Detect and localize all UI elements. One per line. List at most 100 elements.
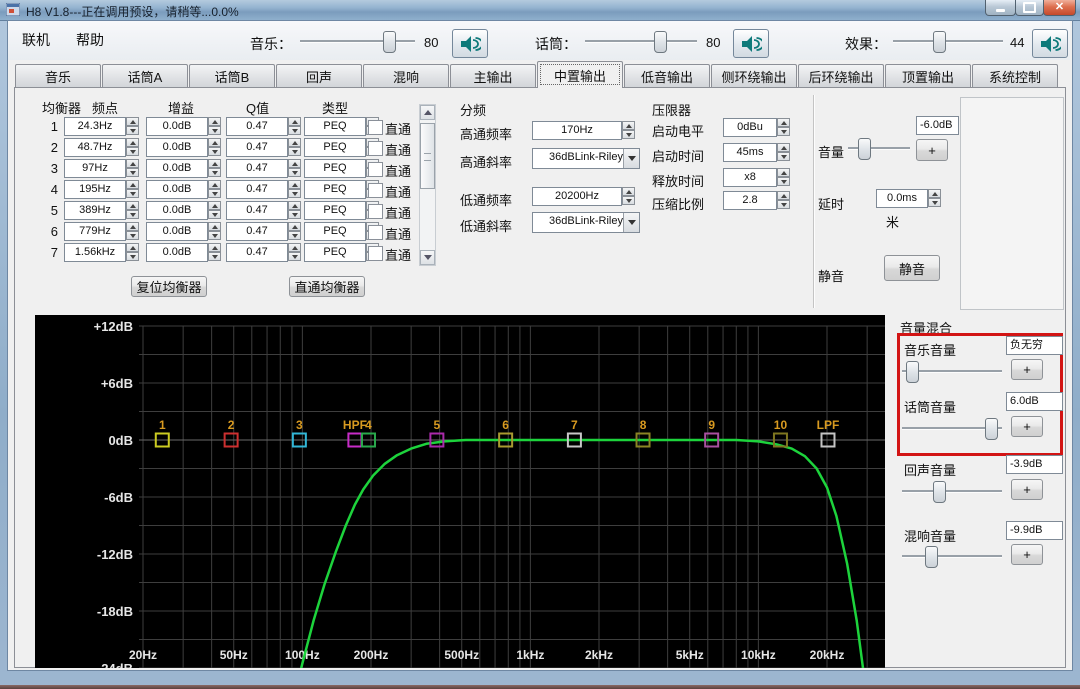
spin-up-icon[interactable]	[777, 168, 790, 177]
eq-q-5-input[interactable]: 0.47	[226, 201, 288, 220]
spin-up-icon[interactable]	[126, 138, 139, 147]
spin-down-icon[interactable]	[288, 147, 301, 156]
eq-freq-1-input[interactable]: 24.3Hz	[64, 117, 126, 136]
spin-down-icon[interactable]	[288, 252, 301, 261]
spin-up-icon[interactable]	[208, 201, 221, 210]
spin-down-icon[interactable]	[126, 252, 139, 261]
hp-slope-select[interactable]: 36dBLink-Riley	[532, 148, 640, 169]
eq-q-7-input[interactable]: 0.47	[226, 243, 288, 262]
eq-gain-3-input[interactable]: 0.0dB	[146, 159, 208, 178]
eq-gain-4-input[interactable]: 0.0dB	[146, 180, 208, 199]
eq-q-2-input[interactable]: 0.47	[226, 138, 288, 157]
chevron-down-icon[interactable]	[623, 213, 639, 232]
minimize-button[interactable]	[985, 0, 1016, 16]
eq-freq-2-input[interactable]: 48.7Hz	[64, 138, 126, 157]
eq-q-3-input[interactable]: 0.47	[226, 159, 288, 178]
delay-input[interactable]: 0.0ms	[876, 189, 928, 208]
mixer-music-plus-button[interactable]: +	[1011, 359, 1043, 380]
music-slider-track[interactable]	[300, 40, 415, 43]
mixer-echo-thumb[interactable]	[933, 481, 946, 503]
spin-down-icon[interactable]	[622, 130, 635, 139]
spin-down-icon[interactable]	[288, 210, 301, 219]
compressor-field-0-input[interactable]: 0dBu	[723, 118, 777, 137]
spin-up-icon[interactable]	[928, 189, 941, 198]
tab-系统控制[interactable]: 系统控制	[972, 64, 1058, 87]
mixer-mic-slider[interactable]	[902, 418, 1002, 440]
eq-bypass-checkbox-4[interactable]	[368, 183, 383, 198]
spin-down-icon[interactable]	[126, 168, 139, 177]
spin-up-icon[interactable]	[208, 159, 221, 168]
spin-down-icon[interactable]	[208, 252, 221, 261]
output-volume-value[interactable]: -6.0dB	[916, 116, 959, 135]
eq-type-3-input[interactable]: PEQ	[304, 159, 366, 178]
eq-scrollbar[interactable]	[419, 104, 436, 266]
spin-up-icon[interactable]	[622, 121, 635, 130]
eq-bypass-button[interactable]: 直通均衡器	[289, 276, 365, 297]
mixer-echo-slider[interactable]	[902, 481, 1002, 503]
eq-gain-2-input[interactable]: 0.0dB	[146, 138, 208, 157]
mixer-mic-plus-button[interactable]: +	[1011, 416, 1043, 437]
spin-down-icon[interactable]	[777, 200, 790, 209]
spin-up-icon[interactable]	[126, 180, 139, 189]
mixer-reverb-value[interactable]: -9.9dB	[1006, 521, 1063, 540]
mixer-echo-track[interactable]	[902, 490, 1002, 493]
spin-up-icon[interactable]	[208, 222, 221, 231]
tab-侧环绕输出[interactable]: 侧环绕输出	[711, 64, 797, 87]
spin-down-icon[interactable]	[288, 189, 301, 198]
eq-type-2-input[interactable]: PEQ	[304, 138, 366, 157]
eq-freq-4-input[interactable]: 195Hz	[64, 180, 126, 199]
mixer-reverb-plus-button[interactable]: +	[1011, 544, 1043, 565]
spin-up-icon[interactable]	[777, 143, 790, 152]
tab-音乐[interactable]: 音乐	[15, 64, 101, 87]
spin-down-icon[interactable]	[126, 210, 139, 219]
spin-up-icon[interactable]	[288, 222, 301, 231]
scrollbar-thumb[interactable]	[420, 123, 435, 189]
spin-down-icon[interactable]	[126, 189, 139, 198]
mixer-music-slider[interactable]	[902, 361, 1002, 383]
eq-bypass-checkbox-5[interactable]	[368, 204, 383, 219]
eq-gain-1-input[interactable]: 0.0dB	[146, 117, 208, 136]
eq-bypass-checkbox-7[interactable]	[368, 246, 383, 261]
eq-reset-button[interactable]: 复位均衡器	[131, 276, 207, 297]
mic-slider-thumb[interactable]	[654, 31, 667, 53]
close-button[interactable]: ✕	[1043, 0, 1076, 16]
compressor-field-3-input[interactable]: 2.8	[723, 191, 777, 210]
eq-type-6-input[interactable]: PEQ	[304, 222, 366, 241]
lp-freq-input[interactable]: 20200Hz	[532, 187, 622, 206]
spin-up-icon[interactable]	[126, 222, 139, 231]
spin-down-icon[interactable]	[777, 152, 790, 161]
spin-down-icon[interactable]	[288, 231, 301, 240]
music-mute-button[interactable]	[452, 29, 488, 58]
spin-up-icon[interactable]	[288, 180, 301, 189]
effect-slider-track[interactable]	[893, 40, 1003, 43]
mic-slider-track[interactable]	[585, 40, 697, 43]
spin-up-icon[interactable]	[208, 117, 221, 126]
spin-up-icon[interactable]	[288, 243, 301, 252]
eq-bypass-checkbox-3[interactable]	[368, 162, 383, 177]
mixer-music-thumb[interactable]	[906, 361, 919, 383]
tab-顶置输出[interactable]: 顶置输出	[885, 64, 971, 87]
effect-slider-thumb[interactable]	[933, 31, 946, 53]
eq-gain-6-input[interactable]: 0.0dB	[146, 222, 208, 241]
spin-down-icon[interactable]	[208, 210, 221, 219]
menu-item-help[interactable]: 帮助	[68, 27, 112, 53]
mixer-mic-thumb[interactable]	[985, 418, 998, 440]
spin-down-icon[interactable]	[208, 189, 221, 198]
eq-bypass-checkbox-2[interactable]	[368, 141, 383, 156]
eq-bypass-checkbox-6[interactable]	[368, 225, 383, 240]
music-slider-thumb[interactable]	[383, 31, 396, 53]
effect-mute-button[interactable]	[1032, 29, 1068, 58]
scroll-up-icon[interactable]	[420, 105, 435, 120]
tab-话筒A[interactable]: 话筒A	[102, 64, 188, 87]
spin-up-icon[interactable]	[126, 201, 139, 210]
effect-volume-slider[interactable]	[893, 31, 1003, 53]
chevron-down-icon[interactable]	[623, 149, 639, 168]
spin-up-icon[interactable]	[208, 243, 221, 252]
mixer-reverb-track[interactable]	[902, 555, 1002, 558]
spin-down-icon[interactable]	[126, 126, 139, 135]
eq-type-5-input[interactable]: PEQ	[304, 201, 366, 220]
spin-down-icon[interactable]	[622, 196, 635, 205]
output-volume-plus-button[interactable]: +	[916, 139, 948, 161]
mixer-mic-value[interactable]: 6.0dB	[1006, 392, 1063, 411]
spin-up-icon[interactable]	[208, 138, 221, 147]
